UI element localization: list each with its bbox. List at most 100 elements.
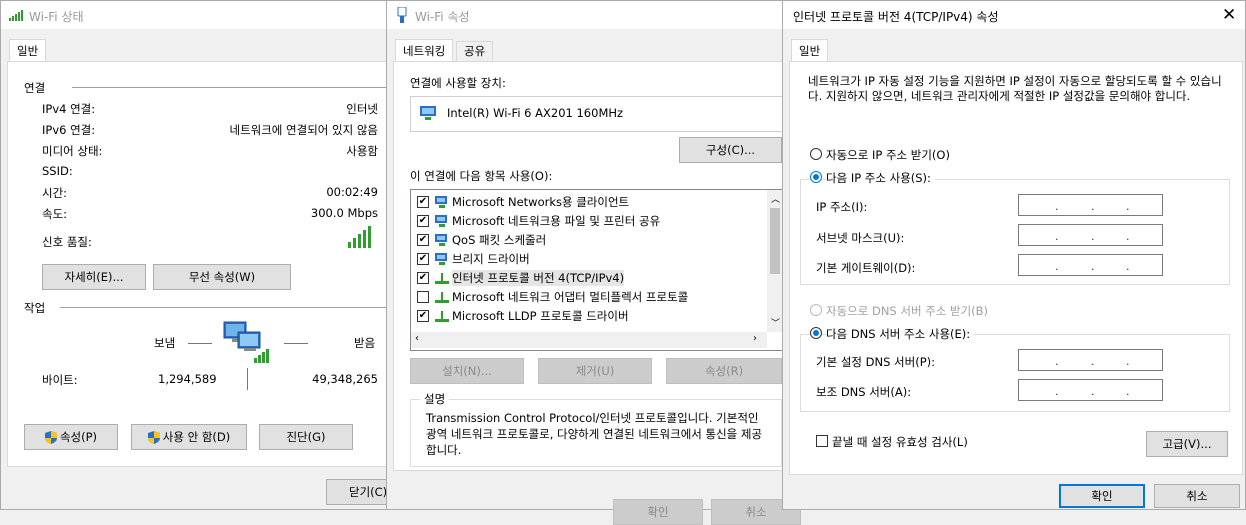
signal-quality-label: 신호 품질: [42,235,92,249]
signal-strength-icon [348,224,378,248]
ok-button[interactable]: 확인 [613,499,703,525]
list-item[interactable]: ✔ 브리지 드라이버 [417,249,530,268]
items-label: 이 연결에 다음 항목 사용(O): [410,169,553,183]
chevron-left-icon[interactable]: ‹ [415,333,419,344]
tab-general[interactable]: 일반 [9,39,47,62]
bytes-received: 49,348,265 [312,372,378,386]
cancel-button[interactable]: 취소 [1154,484,1240,508]
status-titlebar[interactable]: Wi-Fi 상태 [1,1,387,29]
network-client-icon [434,195,450,209]
adapter-name: Intel(R) Wi-Fi 6 AX201 160MHz [447,106,624,120]
auto-ip-label[interactable]: 자동으로 IP 주소 받기(O) [826,147,950,163]
duration-label: 시간: [42,186,68,200]
list-item[interactable]: ✔ Microsoft Networks용 클라이언트 [417,192,629,211]
preferred-dns-input[interactable]: ... [1018,349,1163,371]
disable-button[interactable]: 사용 안 함(D) [131,424,247,450]
networking-panel: 연결에 사용할 장치: Intel(R) Wi-Fi 6 AX201 160MH… [393,61,787,471]
list-item[interactable]: Microsoft 네트워크 어댑터 멀티플렉서 프로토콜 [417,287,688,306]
chevron-right-icon[interactable]: › [753,333,757,344]
wifi-properties-window: Wi-Fi 속성 네트워킹 공유 연결에 사용할 장치: Intel(R) Wi… [386,0,801,525]
duration-value: 00:02:49 [326,185,378,199]
horizontal-scrollbar[interactable]: ‹ › [411,332,767,348]
window-title: Wi-Fi 속성 [415,10,470,24]
chevron-down-icon[interactable]: ﹀ [771,316,780,329]
ipv4-label: IPv4 연결: [42,102,96,116]
tab-general[interactable]: 일반 [791,39,829,62]
auto-dns-label[interactable]: 자동으로 DNS 서버 주소 받기(B) [826,303,988,319]
media-value: 사용함 [346,144,378,158]
auto-dns-radio[interactable] [810,304,822,316]
ok-button[interactable]: 확인 [1059,484,1145,508]
list-item[interactable]: ✔ QoS 패킷 스케줄러 [417,230,546,249]
shield-icon [147,430,160,444]
protocol-icon [434,271,450,285]
item-checkbox[interactable]: ✔ [417,309,429,322]
install-button[interactable]: 설치(N)... [410,358,524,384]
configure-button[interactable]: 구성(C)... [679,137,782,163]
item-checkbox[interactable]: ✔ [417,195,429,208]
list-item[interactable]: ✔ Microsoft 네트워크용 파일 및 프린터 공유 [417,211,660,230]
ssid-label: SSID: [42,164,73,178]
manual-dns-label[interactable]: 다음 DNS 서버 주소 사용(E): [826,326,975,342]
manual-ip-label[interactable]: 다음 IP 주소 사용(S): [826,170,935,186]
item-checkbox[interactable]: ✔ [417,252,429,265]
connection-divider [72,87,388,88]
network-computers-icon [222,320,272,364]
item-checkbox[interactable]: ✔ [417,233,429,246]
properties-button[interactable]: 속성(P) [24,424,118,450]
list-item-selected[interactable]: ✔ 인터넷 프로토콜 버전 4(TCP/IPv4) [417,268,625,287]
received-label: 받음 [354,336,376,350]
wifi-status-window: Wi-Fi 상태 일반 연결 IPv4 연결: 인터넷 IPv6 연결: 네트워… [0,0,396,510]
activity-header: 작업 [24,301,46,315]
chevron-up-icon[interactable]: ︿ [771,192,780,205]
bytes-label: 바이트: [42,373,78,387]
scroll-thumb[interactable] [770,208,780,274]
validate-checkbox[interactable] [816,435,828,447]
wireless-properties-button[interactable]: 무선 속성(W) [153,264,291,290]
gateway-input[interactable]: ... [1018,254,1163,276]
ipv6-label: IPv6 연결: [42,123,96,137]
dns-group [800,334,1230,412]
close-icon[interactable]: ✕ [1222,5,1236,25]
description-text: Transmission Control Protocol/인터넷 프로토콜입니… [426,411,763,457]
connection-header: 연결 [24,81,46,95]
details-button[interactable]: 자세히(E)... [42,264,146,290]
intro-text: 네트워크가 IP 자동 설정 기능을 지원하면 IP 설정이 자동으로 할당되도… [808,74,1222,103]
item-checkbox[interactable]: ✔ [417,271,429,284]
manual-dns-radio[interactable] [810,327,822,339]
vertical-scrollbar[interactable]: ︿ ﹀ [767,190,783,332]
network-client-icon [434,214,450,228]
network-client-icon [434,252,450,266]
validate-label[interactable]: 끝낼 때 설정 유효성 검사(L) [832,434,968,450]
network-adapter-icon [419,105,437,124]
tab-sharing[interactable]: 공유 [456,41,494,61]
diagnose-button[interactable]: 진단(G) [259,424,353,450]
ipv4-properties-window: 인터넷 프로토콜 버전 4(TCP/IPv4) 속성 ✕ 일반 네트워크가 IP… [782,0,1246,510]
item-properties-button[interactable]: 속성(R) [666,358,782,384]
item-checkbox[interactable]: ✔ [417,214,429,227]
connect-using-label: 연결에 사용할 장치: [410,76,506,90]
protocol-icon [434,309,450,323]
advanced-button[interactable]: 고급(V)... [1146,431,1228,457]
ip-address-input[interactable]: ... [1018,194,1163,216]
subnet-mask-label: 서브넷 마스크(U): [816,231,905,245]
auto-ip-radio[interactable] [810,148,822,160]
subnet-mask-input[interactable]: ... [1018,224,1163,246]
properties-titlebar[interactable]: Wi-Fi 속성 [387,1,785,29]
manual-ip-radio[interactable] [810,171,822,183]
alternate-dns-label: 보조 DNS 서버(A): [816,385,912,399]
item-checkbox[interactable] [417,290,429,303]
list-item[interactable]: ✔ Microsoft LLDP 프로토콜 드라이버 [417,306,629,325]
wifi-signal-icon [9,9,25,21]
sent-label: 보냄 [154,336,176,350]
bytes-divider [247,368,248,390]
tab-networking[interactable]: 네트워킹 [395,39,454,62]
ipv4-titlebar[interactable]: 인터넷 프로토콜 버전 4(TCP/IPv4) 속성 ✕ [783,1,1245,29]
uninstall-button[interactable]: 제거(U) [538,358,652,384]
ip-address-label: IP 주소(I): [816,200,868,214]
alternate-dns-input[interactable]: ... [1018,379,1163,401]
items-list[interactable]: ✔ Microsoft Networks용 클라이언트 ✔ Microsoft … [410,189,784,351]
description-header: 설명 [420,391,450,407]
media-label: 미디어 상태: [42,144,103,158]
ipv4-panel: 네트워크가 IP 자동 설정 기능을 지원하면 IP 설정이 자동으로 할당되도… [789,61,1243,475]
